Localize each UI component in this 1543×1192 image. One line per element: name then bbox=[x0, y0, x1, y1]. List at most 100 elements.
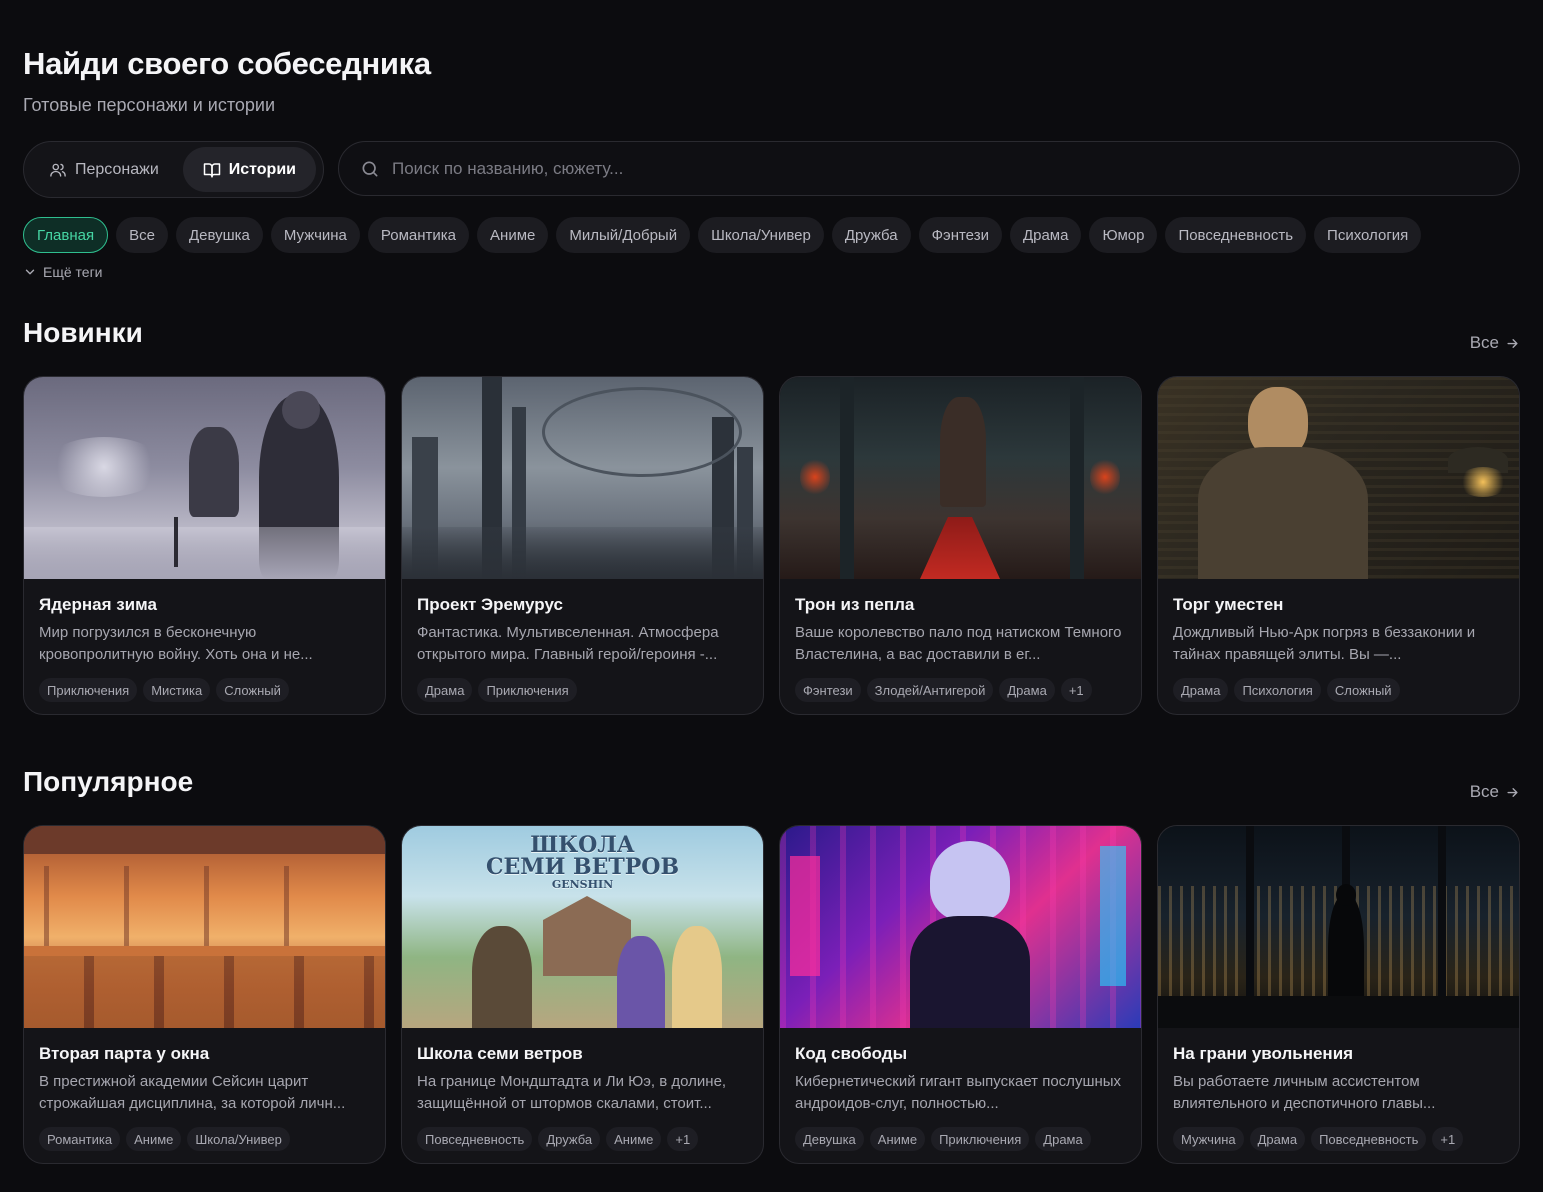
image-title-line-2: СЕМИ ВЕТРОВ bbox=[485, 854, 680, 880]
tab-stories-label: Истории bbox=[228, 160, 296, 178]
card-tag: Приключения bbox=[478, 678, 577, 702]
tag-girl[interactable]: Девушка bbox=[175, 217, 263, 253]
card-tag: Приключения bbox=[39, 678, 138, 702]
see-all-label: Все bbox=[1469, 333, 1499, 352]
story-card[interactable]: Трон из пепла Ваше королевство пало под … bbox=[779, 376, 1142, 715]
image-logo-text: GENSHIN bbox=[551, 878, 614, 891]
card-tag: Мистика bbox=[143, 678, 211, 702]
card-tag-more: +1 bbox=[667, 1127, 699, 1151]
story-card[interactable]: Код свободы Кибернетический гигант выпус… bbox=[779, 825, 1142, 1164]
tag-man[interactable]: Мужчина bbox=[270, 217, 360, 253]
tag-romance[interactable]: Романтика bbox=[367, 217, 470, 253]
card-tag: Сложный bbox=[1326, 678, 1400, 702]
card-tag: Драма bbox=[1035, 1127, 1091, 1151]
card-tag: Аниме bbox=[606, 1127, 662, 1151]
page-subtitle: Готовые персонажи и истории bbox=[23, 95, 276, 115]
tag-cute-kind[interactable]: Милый/Добрый bbox=[556, 217, 691, 253]
card-tag: Психология bbox=[1234, 678, 1321, 702]
see-all-new-link[interactable]: Все bbox=[1470, 333, 1520, 353]
tab-characters[interactable]: Персонажи bbox=[29, 147, 179, 192]
tag-fantasy[interactable]: Фэнтези bbox=[918, 217, 1002, 253]
tag-main[interactable]: Главная bbox=[23, 217, 109, 253]
night-office-image bbox=[1158, 826, 1519, 1028]
book-open-icon bbox=[203, 162, 220, 177]
story-card[interactable]: На грани увольнения Вы работаете личным … bbox=[1157, 825, 1520, 1164]
card-tag: Аниме bbox=[126, 1127, 182, 1151]
card-tag: Дружба bbox=[538, 1127, 601, 1151]
card-tags: Девушка Аниме Приключения Драма bbox=[795, 1127, 1126, 1151]
card-tag: Повседневность bbox=[417, 1127, 533, 1151]
story-card[interactable]: Торг уместен Дождливый Нью-Арк погряз в … bbox=[1157, 376, 1520, 715]
see-all-label: Все bbox=[1469, 782, 1499, 801]
card-tag: Аниме bbox=[869, 1127, 926, 1151]
card-tag: Повседневность bbox=[1311, 1127, 1427, 1151]
card-description: На границе Мондштадта и Ли Юэ, в долине,… bbox=[417, 1073, 727, 1112]
card-tag: Драма bbox=[1173, 678, 1229, 702]
card-tag: Девушка bbox=[795, 1127, 864, 1151]
card-tag: Злодей/Антигерой bbox=[866, 678, 994, 702]
card-tag: Школа/Универ bbox=[187, 1127, 290, 1151]
card-tag: Драма bbox=[417, 678, 473, 702]
tab-characters-label: Персонажи bbox=[75, 160, 159, 178]
card-tags: Мужчина Драма Повседневность +1 bbox=[1173, 1127, 1504, 1151]
search-icon bbox=[362, 161, 378, 176]
tag-humor[interactable]: Юмор bbox=[1089, 217, 1158, 253]
chevron-down-icon bbox=[25, 269, 35, 275]
card-description: Дождливый Нью-Арк погряз в беззаконии и … bbox=[1173, 624, 1476, 663]
see-all-popular-link[interactable]: Все bbox=[1470, 782, 1520, 802]
story-card[interactable]: ШКОЛА СЕМИ ВЕТРОВ GENSHIN Школа семи вет… bbox=[401, 825, 764, 1164]
card-title: Школа семи ветров bbox=[417, 1044, 583, 1063]
snowy-soldiers-image bbox=[24, 377, 385, 579]
story-card[interactable]: Вторая парта у окна В престижной академи… bbox=[23, 825, 386, 1164]
card-tag: Приключения bbox=[931, 1127, 1030, 1151]
tag-school-uni[interactable]: Школа/Универ bbox=[698, 217, 824, 253]
search-input[interactable] bbox=[392, 158, 1492, 179]
card-tag: Фэнтези bbox=[795, 678, 861, 702]
new-stories-grid: Ядерная зима Мир погрузился в бесконечну… bbox=[23, 376, 1520, 715]
card-title: Проект Эремурус bbox=[417, 595, 563, 614]
card-tags: Драма Приключения bbox=[417, 678, 748, 702]
page-title: Найди своего собеседника bbox=[23, 46, 431, 81]
card-title: Вторая парта у окна bbox=[39, 1044, 210, 1063]
tag-psychology[interactable]: Психология bbox=[1314, 217, 1422, 253]
more-tags-toggle[interactable]: Ещё теги bbox=[23, 264, 103, 280]
card-description: Вы работаете личным ассистентом влиятель… bbox=[1173, 1073, 1436, 1112]
tag-drama[interactable]: Драма bbox=[1009, 217, 1082, 253]
card-title: Ядерная зима bbox=[39, 595, 157, 614]
tag-slice-of-life[interactable]: Повседневность bbox=[1165, 217, 1307, 253]
users-icon bbox=[50, 163, 66, 177]
tag-all[interactable]: Все bbox=[116, 217, 168, 253]
more-tags-label: Ещё теги bbox=[43, 264, 103, 280]
arrow-right-icon bbox=[1507, 338, 1518, 348]
card-description: Кибернетический гигант выпускает послушн… bbox=[795, 1073, 1122, 1112]
image-title-line-1: ШКОЛА bbox=[530, 832, 635, 858]
card-description: Ваше королевство пало под натиском Темно… bbox=[795, 624, 1122, 663]
tag-anime[interactable]: Аниме bbox=[477, 217, 549, 253]
scifi-city-image bbox=[402, 377, 763, 579]
card-tag: Сложный bbox=[216, 678, 289, 702]
card-tags: Приключения Мистика Сложный bbox=[39, 678, 370, 702]
mode-switch: Персонажи Истории bbox=[23, 141, 324, 198]
tag-friendship[interactable]: Дружба bbox=[831, 217, 911, 253]
card-tag: Драма bbox=[1249, 1127, 1306, 1151]
card-tag-more: +1 bbox=[1432, 1127, 1464, 1151]
card-description: Фантастика. Мультивселенная. Атмосфера о… bbox=[417, 624, 719, 663]
card-title: Трон из пепла bbox=[795, 595, 915, 614]
card-tags: Фэнтези Злодей/Антигерой Драма +1 bbox=[795, 678, 1126, 702]
sunset-classroom-image bbox=[24, 826, 385, 1028]
story-card[interactable]: Проект Эремурус Фантастика. Мультивселен… bbox=[401, 376, 764, 715]
card-title: Код свободы bbox=[795, 1044, 908, 1063]
arrow-right-icon bbox=[1507, 787, 1518, 797]
card-title: Торг уместен bbox=[1173, 595, 1284, 614]
section-title-new: Новинки bbox=[23, 317, 143, 348]
card-tag: Романтика bbox=[39, 1127, 121, 1151]
tab-stories[interactable]: Истории bbox=[182, 147, 316, 192]
card-tags: Повседневность Дружба Аниме +1 bbox=[417, 1127, 748, 1151]
cyberpunk-girl-image bbox=[780, 826, 1141, 1028]
card-tag-more: +1 bbox=[1060, 678, 1092, 702]
noir-detective-image bbox=[1158, 377, 1519, 579]
card-title: На грани увольнения bbox=[1173, 1044, 1354, 1063]
card-tag: Драма bbox=[999, 678, 1055, 702]
story-card[interactable]: Ядерная зима Мир погрузился в бесконечну… bbox=[23, 376, 386, 715]
card-tags: Романтика Аниме Школа/Универ bbox=[39, 1127, 370, 1151]
